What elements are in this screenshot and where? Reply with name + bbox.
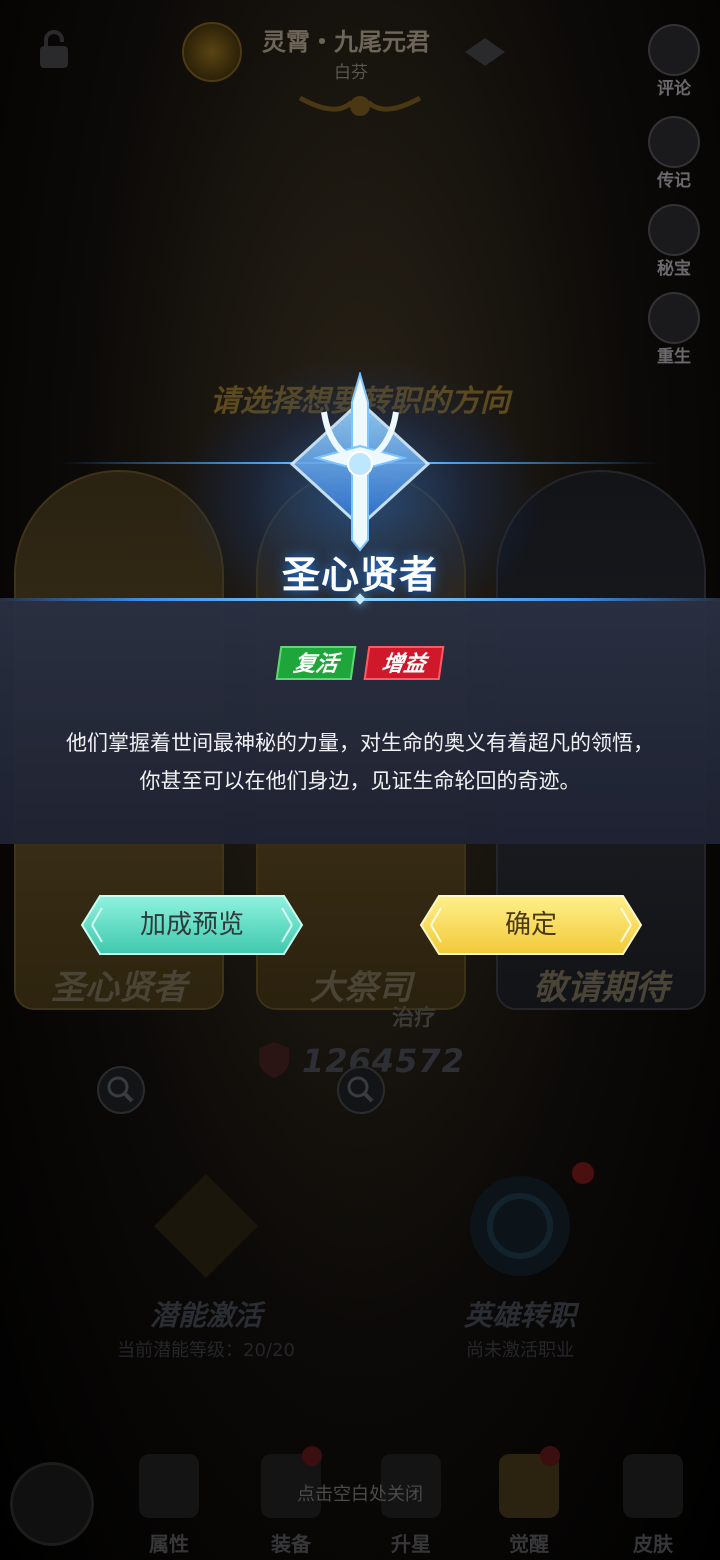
magnifier-button-high-priest[interactable] [337,1066,385,1114]
combat-power-value: 1264572 [302,1042,465,1080]
feature-title: 潜能激活 [149,1299,262,1332]
treasure-icon [648,204,700,256]
description-line: 你甚至可以在他们身边，见证生命轮回的奇迹。 [139,769,581,793]
potential-icon [154,1174,258,1278]
class-card-name: 圣心贤者 [51,968,187,1008]
bonus-preview-label: 加成预览 [139,910,244,940]
hero-class-change[interactable]: 英雄转职 尚未激活职业 [390,1150,650,1370]
triquetra-icon [470,1176,570,1276]
nav-label: 皮肤 [633,1532,673,1556]
comment-icon [648,24,700,76]
side-item-rebirth[interactable]: 重生 [642,292,706,372]
feature-title: 英雄转职 [463,1299,576,1332]
search-icon [107,1076,134,1103]
notification-dot-icon [572,1162,594,1184]
tag-revive: 复活 [275,646,357,680]
confirm-button[interactable]: 确定 [419,894,643,956]
side-item-comment[interactable]: 评论 [642,24,706,104]
feature-subtitle: 尚未激活职业 [466,1340,574,1361]
side-item-label: 传记 [657,171,691,191]
hero-subtitle: 白芬 [334,63,368,83]
confirm-label: 确定 [504,910,557,940]
book-icon [648,116,700,168]
notification-dot-icon [540,1446,560,1466]
class-info-panel [0,598,720,844]
side-item-label: 重生 [657,347,691,367]
lock-icon[interactable] [34,28,74,72]
side-item-label: 评论 [657,79,691,99]
magnifier-button-sage[interactable] [97,1066,145,1114]
feature-subtitle: 当前潜能等级：20/20 [117,1340,295,1361]
wing-crest-icon [298,95,422,116]
class-name-title: 圣心贤者 [281,553,438,597]
side-item-treasure[interactable]: 秘宝 [642,204,706,284]
hero-title: 灵霄・九尾元君 [262,28,430,56]
bonus-preview-button[interactable]: 加成预览 [80,894,304,956]
class-tags: 复活 增益 [0,646,720,682]
close-hint[interactable]: 点击空白处关闭 [0,1480,720,1506]
nav-label: 升星 [391,1532,431,1556]
notification-dot-icon [302,1446,322,1466]
nav-label: 属性 [149,1532,189,1556]
class-card-name: 敬请期待 [533,968,669,1008]
description-line: 他们掌握着世间最神秘的力量，对生命的奥义有着超凡的领悟， [66,731,654,755]
potential-activation[interactable]: 潜能激活 当前潜能等级：20/20 [76,1150,336,1370]
top-bar: 灵霄・九尾元君 白芬 [0,0,720,120]
nav-label: 觉醒 [509,1532,549,1556]
search-icon [347,1076,374,1103]
role-label: 治疗 [392,1006,437,1031]
sage-cross-emblem-icon [289,372,431,552]
side-item-label: 秘宝 [657,259,691,279]
tag-buff: 增益 [363,646,445,680]
shield-icon [259,1042,289,1078]
class-description: 他们掌握着世间最神秘的力量，对生命的奥义有着超凡的领悟， 你甚至可以在他们身边，… [30,724,690,800]
guild-crest-icon [465,38,505,66]
hero-emblem-icon [182,22,242,82]
nav-label: 装备 [271,1532,311,1556]
side-item-biography[interactable]: 传记 [642,116,706,196]
rebirth-icon [648,292,700,344]
